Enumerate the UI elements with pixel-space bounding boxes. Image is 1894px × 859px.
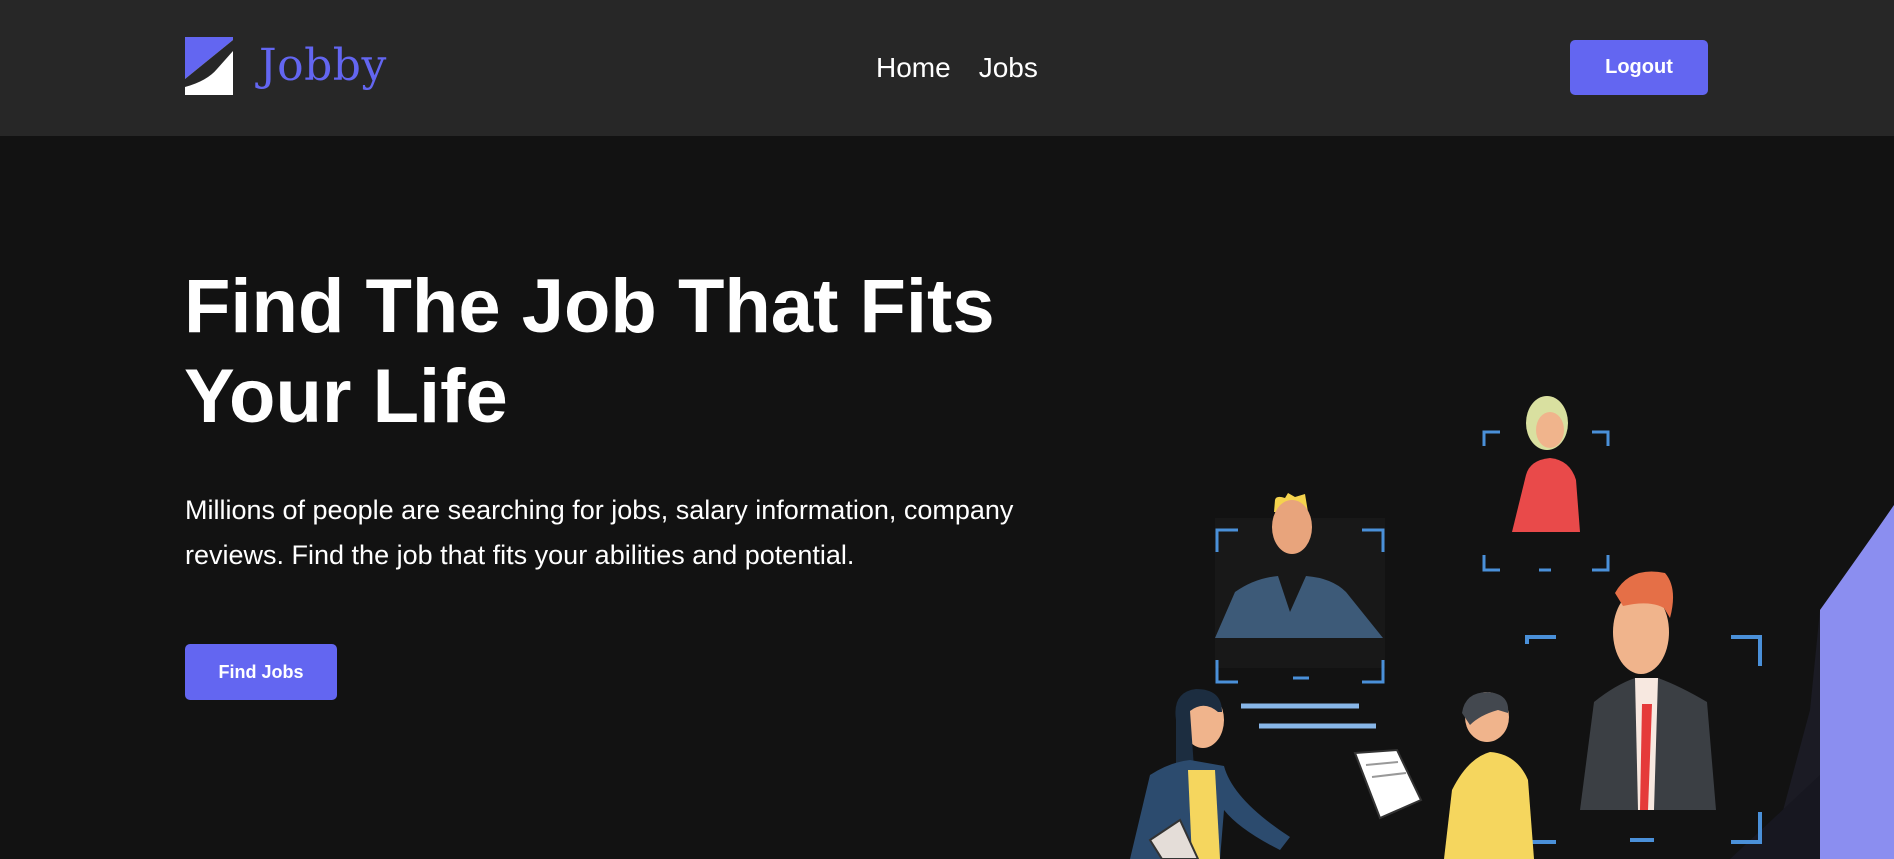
man-with-clipboard-figure <box>1353 692 1534 859</box>
woman-with-tablet-figure <box>1130 689 1290 859</box>
find-jobs-button[interactable]: Find Jobs <box>185 644 337 700</box>
man-profile-card <box>1215 493 1385 729</box>
hero-description: Millions of people are searching for job… <box>185 495 1014 570</box>
logout-button[interactable]: Logout <box>1570 40 1708 95</box>
woman-profile-card <box>1482 396 1610 572</box>
nav-jobs-link[interactable]: Jobs <box>979 47 1038 89</box>
hero-title: Find The Job That Fits Your Life <box>184 264 995 439</box>
logo-link[interactable]: Jobby <box>185 36 387 96</box>
navbar: Jobby Home Jobs Logout <box>0 0 1894 136</box>
logo-text: Jobby <box>259 40 387 91</box>
nav-home-link[interactable]: Home <box>876 47 951 89</box>
main-nav: Home Jobs <box>876 47 1038 89</box>
job-seekers-illustration <box>1130 396 1894 859</box>
businessman-figure <box>1525 571 1762 844</box>
jobby-logo-icon <box>185 37 233 95</box>
